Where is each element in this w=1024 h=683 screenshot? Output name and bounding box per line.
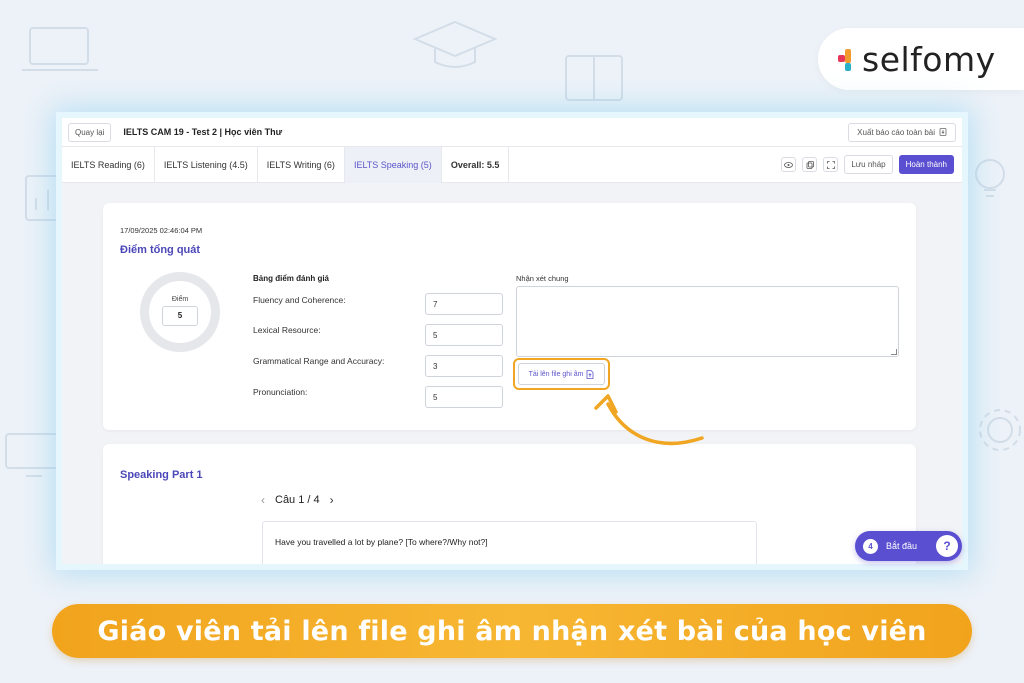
save-draft-button[interactable]: Lưu nháp xyxy=(844,155,893,174)
score-label: Điểm xyxy=(171,296,189,303)
resize-handle[interactable] xyxy=(891,349,897,355)
score-summary-card: 17/09/2025 02:46:04 PM Điểm tổng quát Đi… xyxy=(103,203,916,430)
comment-textarea[interactable] xyxy=(516,286,899,357)
caption-text: Giáo viên tải lên file ghi âm nhận xét b… xyxy=(97,615,927,647)
bulb-doodle-icon xyxy=(975,159,1005,197)
back-button[interactable]: Quay lại xyxy=(68,122,112,142)
upload-recording-button[interactable]: Tải lên file ghi âm xyxy=(518,363,605,385)
gear-doodle-icon xyxy=(979,409,1021,451)
criteria-title: Bảng điểm đánh giá xyxy=(253,274,330,283)
criteria-label: Grammatical Range and Accuracy: xyxy=(253,356,385,366)
brand-logo: selfomy xyxy=(818,28,1024,90)
question-box: Have you travelled a lot by plane? [To w… xyxy=(262,521,757,564)
start-button[interactable]: 4 Bắt đầu ? xyxy=(855,531,962,561)
score-ring: Điểm 5 xyxy=(140,272,220,352)
upload-recording-label: Tải lên file ghi âm xyxy=(528,370,584,378)
toolbar: Lưu nháp Hoàn thành xyxy=(781,155,962,174)
complete-button[interactable]: Hoàn thành xyxy=(898,155,954,174)
overall-score: Overall: 5.5 xyxy=(442,146,510,183)
speaking-part-card: Speaking Part 1 ‹ Câu 1 / 4 › Have you t… xyxy=(103,444,916,564)
lexical-score-input[interactable]: 5 xyxy=(425,324,503,346)
grammar-score-input[interactable]: 3 xyxy=(425,355,503,377)
pronunciation-score-input[interactable]: 5 xyxy=(425,386,503,408)
question-pager: ‹ Câu 1 / 4 › xyxy=(261,493,334,507)
timestamp: 17/09/2025 02:46:04 PM xyxy=(120,226,203,235)
copy-icon[interactable] xyxy=(802,157,818,172)
tab-listening[interactable]: IELTS Listening (4.5) xyxy=(155,146,258,183)
fluency-score-input[interactable]: 7 xyxy=(425,293,503,315)
selfomy-logo-icon xyxy=(838,47,854,71)
tab-writing[interactable]: IELTS Writing (6) xyxy=(258,146,345,183)
monitor-doodle-icon xyxy=(5,433,63,477)
criteria-label: Pronunciation: xyxy=(253,387,308,397)
score-value: 5 xyxy=(162,306,198,326)
laptop-doodle-icon xyxy=(22,27,98,71)
top-bar: Quay lại IELTS CAM 19 - Test 2 | Học viê… xyxy=(62,118,962,147)
app-window: Quay lại IELTS CAM 19 - Test 2 | Học viê… xyxy=(62,118,962,564)
help-question-icon: ? xyxy=(936,535,958,557)
question-text: Have you travelled a lot by plane? [To w… xyxy=(275,537,488,547)
download-icon xyxy=(939,128,947,136)
chevron-left-icon[interactable]: ‹ xyxy=(261,493,265,507)
graduation-cap-doodle-icon xyxy=(412,20,498,68)
page-title: IELTS CAM 19 - Test 2 | Học viên Thư xyxy=(123,127,283,137)
eye-icon[interactable] xyxy=(781,157,797,172)
start-label: Bắt đầu xyxy=(886,541,918,551)
fullscreen-icon[interactable] xyxy=(823,157,839,172)
arrow-annotation-icon xyxy=(594,394,704,446)
export-report-button[interactable]: Xuất báo cáo toàn bài xyxy=(848,122,956,142)
book-doodle-icon xyxy=(565,55,623,101)
file-upload-icon xyxy=(587,369,594,379)
tab-reading[interactable]: IELTS Reading (6) xyxy=(62,146,155,183)
pager-label: Câu 1 / 4 xyxy=(275,494,320,506)
criteria-label: Fluency and Coherence: xyxy=(253,295,346,305)
start-count-badge: 4 xyxy=(863,538,878,554)
tab-speaking[interactable]: IELTS Speaking (5) xyxy=(344,146,442,183)
tab-bar: IELTS Reading (6) IELTS Listening (4.5) … xyxy=(62,146,962,183)
export-report-label: Xuất báo cáo toàn bài xyxy=(857,127,935,137)
speaking-part-title: Speaking Part 1 xyxy=(120,469,203,481)
brand-name: selfomy xyxy=(862,39,996,79)
comment-label: Nhận xét chung xyxy=(516,274,569,283)
chevron-right-icon[interactable]: › xyxy=(330,493,334,507)
caption-banner: Giáo viên tải lên file ghi âm nhận xét b… xyxy=(52,604,972,658)
upload-highlight: Tải lên file ghi âm xyxy=(513,358,610,390)
overall-score-title: Điểm tổng quát xyxy=(120,244,201,256)
criteria-label: Lexical Resource: xyxy=(253,325,321,335)
